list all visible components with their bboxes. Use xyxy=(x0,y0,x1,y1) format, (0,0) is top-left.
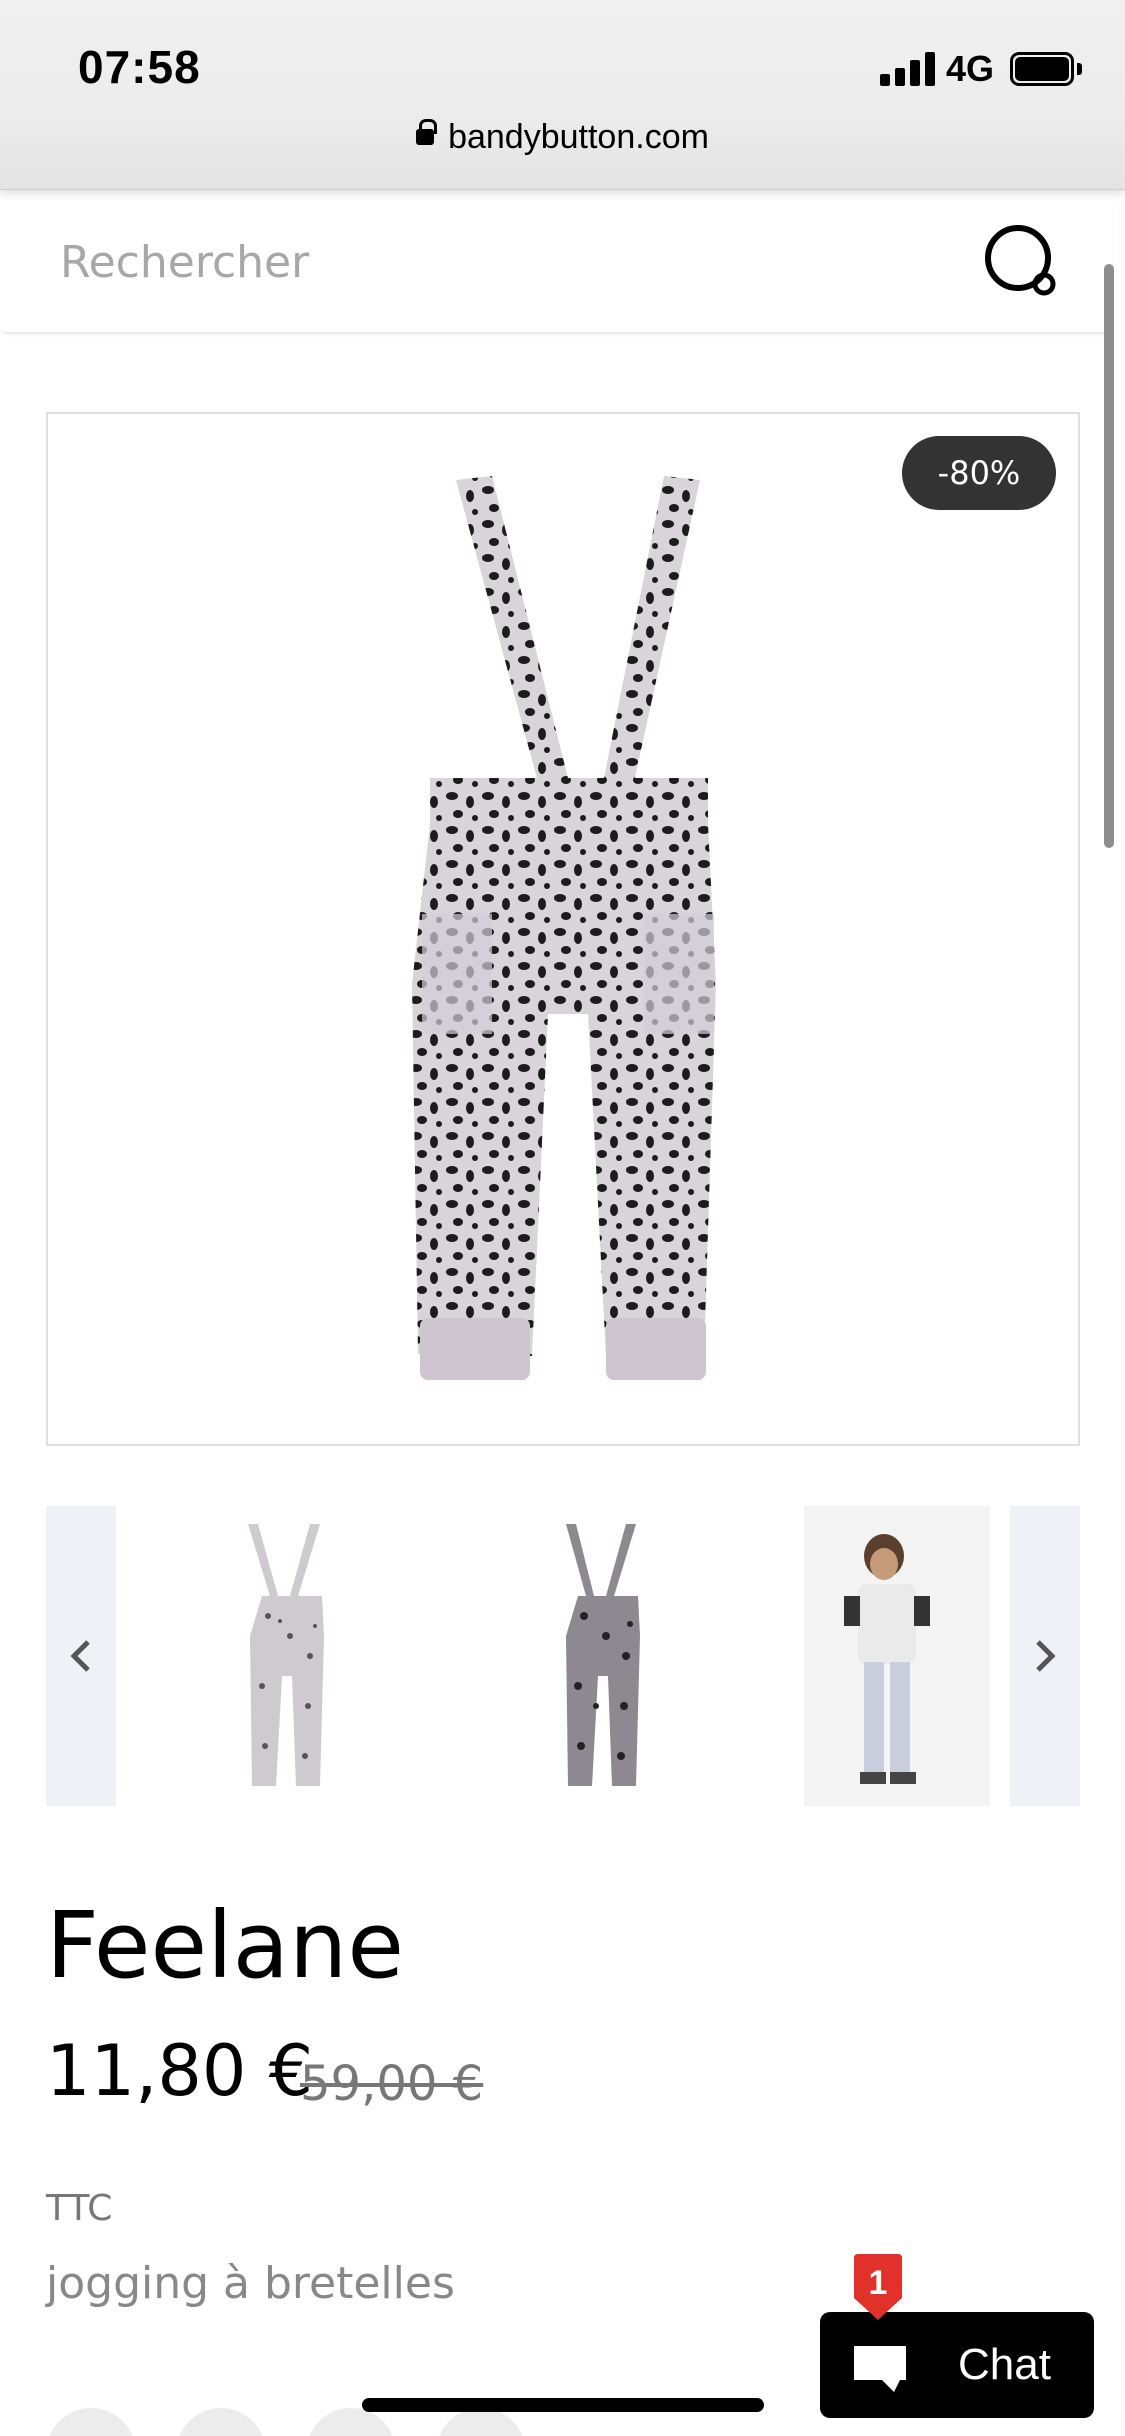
tax-label: TTC xyxy=(46,2188,113,2229)
url-text: bandybutton.com xyxy=(448,118,709,156)
share-icon[interactable] xyxy=(176,2408,266,2436)
thumbnail-2[interactable] xyxy=(480,1506,710,1806)
page-scrollbar[interactable] xyxy=(1104,264,1114,848)
browser-top-bar: 07:58 4G bandybutton.com xyxy=(0,0,1125,190)
thumbnail-1[interactable] xyxy=(170,1506,400,1806)
old-price: 59,00 € xyxy=(300,2056,484,2112)
address-bar[interactable]: bandybutton.com xyxy=(0,118,1125,157)
chat-bubble-icon xyxy=(854,2346,906,2392)
battery-icon xyxy=(1010,52,1082,86)
chat-badge-count: 1 xyxy=(868,2264,888,2302)
thumbnail-image xyxy=(248,1524,324,1786)
chat-notification-badge: 1 xyxy=(854,2254,902,2320)
search-input[interactable] xyxy=(60,232,940,292)
share-icon[interactable] xyxy=(306,2408,396,2436)
status-time: 07:58 xyxy=(78,41,201,93)
current-price: 11,80 € xyxy=(46,2030,314,2112)
share-icon[interactable] xyxy=(436,2408,526,2436)
signal-icon xyxy=(880,52,936,86)
chevron-left-icon xyxy=(70,1640,90,1672)
discount-badge: -80% xyxy=(902,436,1056,510)
thumbnail-prev-button[interactable] xyxy=(46,1506,116,1806)
thumbnail-3[interactable] xyxy=(804,1506,990,1806)
chat-label: Chat xyxy=(958,2340,1051,2389)
chevron-right-icon xyxy=(1036,1640,1056,1672)
search-bar xyxy=(0,192,1112,334)
thumbnail-image xyxy=(566,1524,640,1786)
lock-icon xyxy=(416,119,438,146)
network-type: 4G xyxy=(946,48,995,89)
thumbnail-next-button[interactable] xyxy=(1010,1506,1080,1806)
search-icon[interactable] xyxy=(982,222,1064,304)
home-indicator[interactable] xyxy=(362,2398,764,2412)
product-main-image[interactable] xyxy=(46,412,1080,1446)
share-icon[interactable] xyxy=(46,2408,136,2436)
thumbnail-image xyxy=(844,1534,930,1784)
product-title: Feelane xyxy=(46,1892,404,1999)
chat-button[interactable]: Chat xyxy=(820,2312,1094,2418)
overalls-image xyxy=(412,476,716,1380)
product-short-description: jogging à bretelles xyxy=(46,2258,455,2309)
